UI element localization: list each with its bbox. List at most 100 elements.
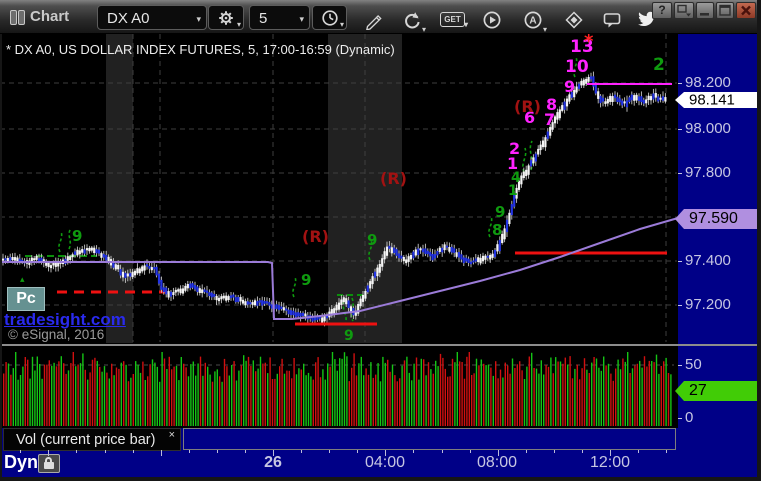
refresh-icon xyxy=(405,12,420,29)
close-button[interactable] xyxy=(736,2,756,19)
reload-button[interactable]: ▾ xyxy=(402,10,426,34)
chart-title: * DX A0, US DOLLAR INDEX FUTURES, 5, 17:… xyxy=(6,42,395,57)
time-axis-label: 08:00 xyxy=(476,454,518,471)
float-window-icon xyxy=(677,4,691,17)
price-tick-label: 98.200 xyxy=(685,74,731,91)
last-price-tag: 98.141 xyxy=(675,92,757,108)
question-icon: ? xyxy=(658,3,666,17)
help-button[interactable]: ? xyxy=(652,2,672,19)
maximize-icon xyxy=(719,4,731,16)
chevron-down-icon: ▾ xyxy=(236,20,241,29)
time-tick xyxy=(329,450,331,453)
time-axis-label: 12:00 xyxy=(589,454,631,471)
window-edge xyxy=(757,0,761,481)
price-tick xyxy=(678,173,682,174)
time-tick xyxy=(638,450,639,453)
time-tick xyxy=(48,450,50,456)
window-edge xyxy=(0,33,2,477)
lock-body xyxy=(44,462,54,469)
time-tick xyxy=(132,450,134,453)
time-tick xyxy=(469,450,471,453)
price-tick-label: 98.000 xyxy=(685,120,731,137)
ma-price-value: 97.590 xyxy=(689,210,738,227)
time-tick xyxy=(666,450,668,453)
time-tick xyxy=(188,450,190,453)
a-circle-icon: A xyxy=(524,11,542,29)
time-tick xyxy=(76,450,78,453)
volume-tick-label: 0 xyxy=(685,409,694,426)
time-axis-label: 26 xyxy=(264,454,282,471)
replay-button[interactable] xyxy=(482,10,502,30)
close-study-icon[interactable]: × xyxy=(169,429,175,441)
time-tick xyxy=(244,450,246,453)
gear-icon xyxy=(219,10,233,25)
time-tick xyxy=(357,450,359,453)
ma-price-tag: 97.590 xyxy=(675,209,757,229)
time-tick xyxy=(20,450,22,453)
time-tick xyxy=(301,450,303,453)
time-tick xyxy=(413,450,415,453)
dynamic-mode-button[interactable]: Dyn xyxy=(4,452,38,473)
lock-icon[interactable] xyxy=(38,454,60,473)
time-axis-panel: Vol (current price bar) × Dyn 26 04:00 08:… xyxy=(0,428,757,477)
time-template-button[interactable]: ▾ xyxy=(312,5,347,30)
chart-window: * DX A0, US DOLLAR INDEX FUTURES, 5, 17:… xyxy=(0,0,761,481)
pc-study-badge[interactable]: Pc xyxy=(7,287,45,311)
volume-tick-label: 50 xyxy=(685,356,702,373)
clock-icon xyxy=(321,9,338,26)
close-icon xyxy=(741,5,751,16)
draw-pencil-button[interactable] xyxy=(364,10,384,31)
esignal-copyright: © eSignal, 2016 xyxy=(8,327,105,342)
volume-bars xyxy=(3,352,672,426)
price-tick xyxy=(678,305,682,306)
settings-button[interactable]: ▾ xyxy=(208,5,244,30)
volume-tick xyxy=(678,365,682,366)
volume-value: 27 xyxy=(689,382,707,399)
minimize-icon xyxy=(700,13,709,16)
price-tick-label: 97.800 xyxy=(685,164,731,181)
minimize-button[interactable] xyxy=(696,2,714,19)
symbol-combobox[interactable]: DX A0 ▾ xyxy=(97,5,207,30)
price-tick xyxy=(678,83,682,84)
play-icon xyxy=(483,11,501,29)
chart-canvas xyxy=(0,33,679,426)
interval-value: 5 xyxy=(259,10,268,27)
chevron-down-icon: ▾ xyxy=(339,20,344,29)
titlebar[interactable]: Chart DX A0 ▾ ▾ 5 ▾ ▾ ▾ GET ▾ A ▾ ? xyxy=(0,0,761,34)
last-price-value: 98.141 xyxy=(689,91,735,109)
chevron-down-icon: ▾ xyxy=(421,25,426,34)
maximize-button[interactable] xyxy=(716,2,734,19)
get-label: GET xyxy=(444,15,461,24)
time-tick xyxy=(525,450,527,453)
svg-text:A: A xyxy=(529,16,536,27)
time-tick xyxy=(553,450,555,453)
time-tick xyxy=(104,450,106,453)
symbol-value: DX A0 xyxy=(107,10,150,27)
pane-divider[interactable] xyxy=(0,344,757,346)
chevron-down-icon: ▾ xyxy=(299,14,304,24)
chevron-down-icon: ▾ xyxy=(463,20,468,29)
float-window-button[interactable] xyxy=(674,2,694,19)
price-tick-label: 97.200 xyxy=(685,296,731,313)
time-tick xyxy=(441,450,443,453)
pencil-icon xyxy=(365,14,382,31)
chevron-down-icon: ▾ xyxy=(196,14,201,24)
window-edge xyxy=(0,477,761,481)
chart-app-icon xyxy=(10,9,26,25)
time-tick xyxy=(160,450,162,456)
window-title: Chart xyxy=(30,8,70,25)
volume-study-title: Vol (current price bar) xyxy=(16,432,156,448)
tools-button[interactable] xyxy=(564,10,584,30)
volume-value-tag: 27 xyxy=(675,381,757,401)
get-data-button[interactable]: GET ▾ xyxy=(440,12,468,29)
price-tick xyxy=(678,261,682,262)
interval-combobox[interactable]: 5 ▾ xyxy=(249,5,310,30)
axis-inset-frame xyxy=(183,428,676,450)
notes-button[interactable] xyxy=(602,10,622,30)
alerts-button[interactable]: A ▾ xyxy=(523,10,547,34)
price-axis[interactable]: 98.200 98.000 97.800 97.400 97.200 xyxy=(678,33,757,344)
volume-study-label[interactable]: Vol (current price bar) × xyxy=(3,428,181,451)
price-tick xyxy=(678,129,682,130)
price-tick-label: 97.400 xyxy=(685,252,731,269)
volume-tick xyxy=(678,418,682,419)
